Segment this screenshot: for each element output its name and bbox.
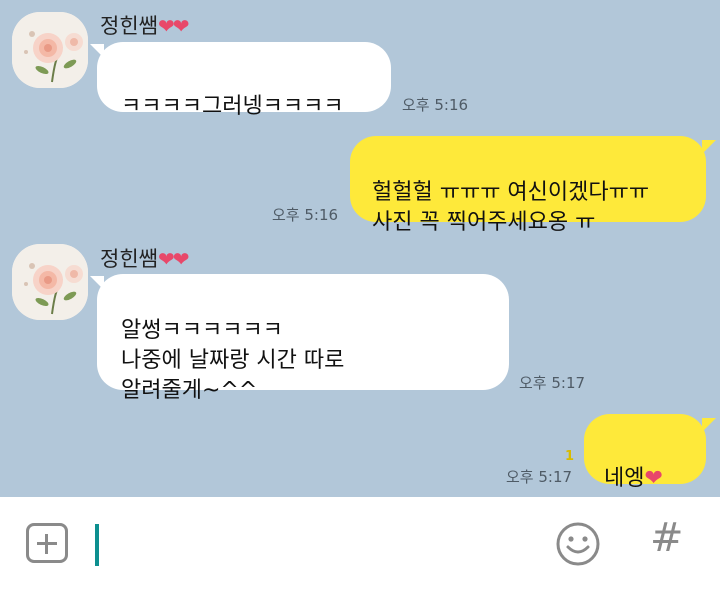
outgoing-message-bubble[interactable]: 네엥❤ xyxy=(584,414,706,491)
plus-square-icon[interactable] xyxy=(26,523,68,563)
sender-name-text: 정힌쌤 xyxy=(100,247,158,271)
sender-avatar[interactable] xyxy=(12,12,88,88)
message-time: 오후 5:17 xyxy=(506,468,573,486)
message-text: 헐헐헐 ㅠㅠㅠ 여신이겠다ㅠㅠ 사진 꼭 찍어주세요옹 ㅠ xyxy=(372,180,650,235)
chat-area[interactable]: 정힌쌤❤❤ ㅋㅋㅋㅋ그러넹ㅋㅋㅋㅋ 오후 5:16 오후 5:16 헐헐헐 ㅠㅠ… xyxy=(0,0,720,497)
sender-name: 정힌쌤❤❤ xyxy=(100,243,189,273)
heart-icon: ❤ xyxy=(644,466,662,491)
bubble-tail xyxy=(702,418,716,432)
sender-name-text: 정힌쌤 xyxy=(100,14,158,38)
sender-name: 정힌쌤❤❤ xyxy=(100,10,189,40)
text-cursor xyxy=(95,524,99,566)
message-time: 오후 5:16 xyxy=(272,206,339,224)
message-time: 오후 5:16 xyxy=(402,96,469,114)
hash-button[interactable]: # xyxy=(650,515,684,561)
flower-avatar-image xyxy=(12,244,88,320)
unread-count: 1 xyxy=(565,449,575,464)
incoming-message-bubble[interactable]: ㅋㅋㅋㅋ그러넹ㅋㅋㅋㅋ xyxy=(97,42,391,119)
heart-icon: ❤❤ xyxy=(157,14,189,38)
message-input[interactable] xyxy=(110,517,534,575)
message-text: 알썽ㅋㅋㅋㅋㅋㅋ 나중에 날짜랑 시간 따로 알려줄게~^^ xyxy=(121,318,345,403)
message-text: 네엥 xyxy=(604,466,645,491)
heart-icon: ❤❤ xyxy=(157,247,189,271)
smiley-icon[interactable] xyxy=(555,521,601,567)
message-text: ㅋㅋㅋㅋ그러넹ㅋㅋㅋㅋ xyxy=(121,94,344,119)
message-time: 오후 5:17 xyxy=(519,374,586,392)
incoming-message-bubble[interactable]: 알썽ㅋㅋㅋㅋㅋㅋ 나중에 날짜랑 시간 따로 알려줄게~^^ xyxy=(97,274,509,403)
outgoing-message-bubble[interactable]: 헐헐헐 ㅠㅠㅠ 여신이겠다ㅠㅠ 사진 꼭 찍어주세요옹 ㅠ xyxy=(350,136,706,235)
message-input-bar: # xyxy=(0,497,720,593)
sender-avatar[interactable] xyxy=(12,244,88,320)
bubble-tail xyxy=(702,140,716,154)
flower-avatar-image xyxy=(12,12,88,88)
